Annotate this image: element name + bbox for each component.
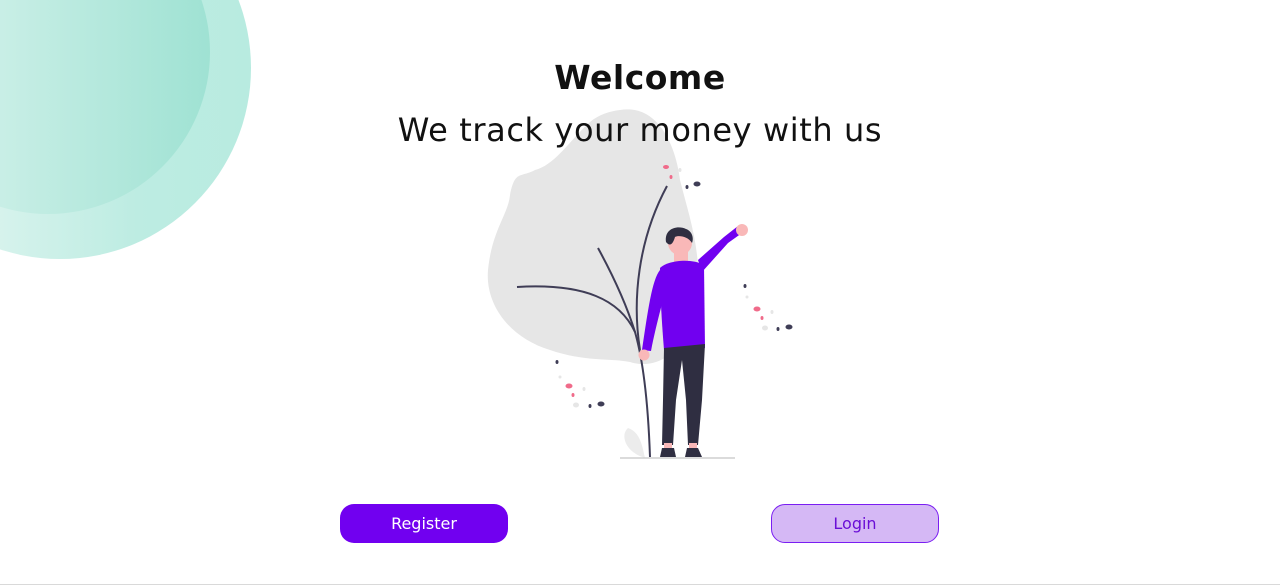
- confetti: [571, 393, 575, 397]
- confetti: [760, 316, 764, 320]
- confetti: [685, 185, 689, 189]
- login-button[interactable]: Login: [771, 504, 939, 543]
- left-shoe: [660, 448, 676, 457]
- small-leaf: [624, 428, 645, 458]
- right-ankle: [689, 443, 697, 448]
- left-ankle: [664, 443, 672, 448]
- confetti: [565, 383, 573, 389]
- register-button[interactable]: Register: [340, 504, 508, 543]
- legs: [662, 344, 705, 445]
- welcome-title: Welcome: [554, 58, 726, 97]
- raised-hand: [736, 224, 748, 236]
- welcome-subtitle: We track your money with us: [397, 111, 883, 149]
- torso: [660, 260, 705, 350]
- confetti: [669, 175, 673, 179]
- confetti: [753, 306, 761, 312]
- confetti: [776, 327, 780, 331]
- confetti: [785, 324, 793, 330]
- confetti: [588, 404, 592, 408]
- confetti: [597, 401, 605, 407]
- right-shoe: [685, 448, 702, 457]
- confetti: [670, 184, 676, 188]
- person-waving-illustration: [487, 109, 793, 459]
- confetti: [762, 325, 768, 331]
- confetti: [558, 375, 562, 379]
- confetti: [573, 402, 579, 408]
- left-hand: [638, 349, 650, 361]
- raised-arm: [698, 226, 742, 272]
- confetti: [555, 360, 559, 364]
- confetti: [745, 295, 749, 299]
- confetti: [770, 310, 774, 314]
- confetti: [663, 165, 669, 169]
- confetti: [743, 284, 747, 288]
- confetti: [582, 387, 586, 391]
- welcome-screen: Welcome We track your money with us Regi…: [0, 0, 1280, 585]
- confetti: [678, 168, 682, 172]
- confetti: [693, 181, 701, 187]
